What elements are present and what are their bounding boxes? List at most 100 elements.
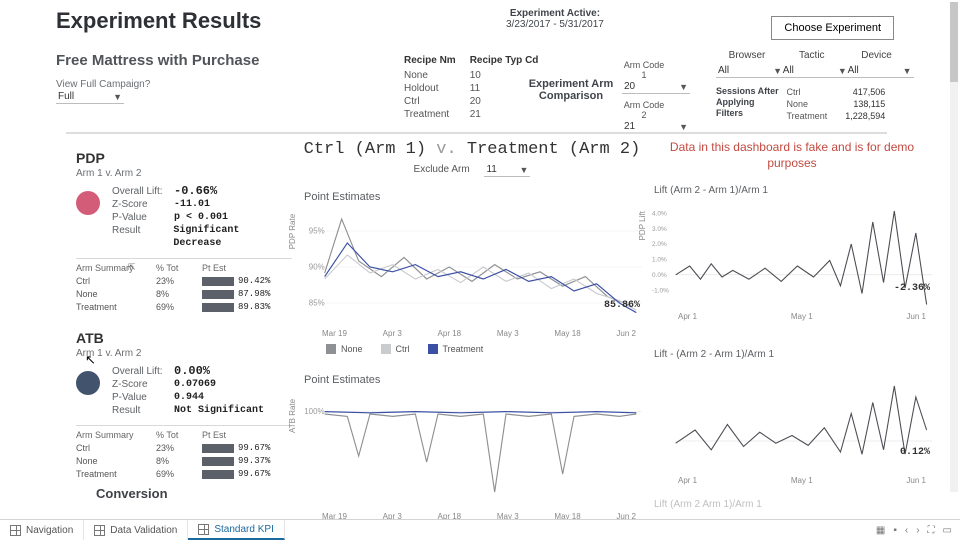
bar-icon: [202, 277, 234, 286]
comparison-title: Ctrl (Arm 1) v. Treatment (Arm 2): [302, 140, 642, 159]
arm-code-1-label: Arm Code 1: [622, 60, 666, 80]
browser-filter-dropdown[interactable]: All▼: [716, 64, 784, 78]
presentation-icon[interactable]: ▭: [943, 525, 952, 536]
experiment-active-dates: 3/23/2017 - 5/31/2017: [506, 19, 604, 30]
pdp-lift-chart: Lift (Arm 2 - Arm 1)/Arm 1 PDP Lift 4.0%…: [652, 185, 932, 321]
arm-code-1-dropdown[interactable]: 20▼: [622, 80, 690, 94]
share-icon[interactable]: ⇱: [128, 262, 208, 273]
experiment-active: Experiment Active: 3/23/2017 - 5/31/2017: [506, 8, 604, 30]
arm-row: Ctrl23%90.42%: [76, 276, 292, 286]
main-area: PDP Arm 1 v. Arm 2 Overall Lift:-0.66% Z…: [56, 140, 940, 516]
caret-down-icon: ▼: [679, 122, 688, 132]
kpi-conversion-title: Conversion: [96, 486, 292, 501]
chart-legend: None Ctrl Treatment: [326, 344, 642, 354]
kpi-subtitle: Arm 1 v. Arm 2: [76, 168, 292, 179]
arm-summary-table: Arm Summary % Tot ⇱Pt Est Ctrl23%90.42% …: [76, 258, 292, 312]
kpi-subtitle: Arm 1 v. Arm 2: [76, 348, 292, 359]
line-chart-icon: 4.0% 3.0% 2.0% 1.0% 0.0% -1.0%: [652, 200, 932, 310]
svg-text:-1.0%: -1.0%: [652, 288, 669, 295]
arm-code-2-label: Arm Code 2: [622, 100, 666, 120]
choose-experiment-button[interactable]: Choose Experiment: [771, 16, 894, 40]
next-sheet-icon[interactable]: ›: [916, 525, 919, 536]
fullscreen-icon[interactable]: ⛶: [928, 525, 935, 536]
tactic-filter-label: Tactic: [781, 50, 843, 61]
device-filter-dropdown[interactable]: All▼: [846, 64, 914, 78]
line-chart-icon: 100%: [302, 390, 642, 510]
svg-text:3.0%: 3.0%: [652, 226, 667, 233]
svg-text:100%: 100%: [304, 407, 324, 416]
arm-row: Treatment69%99.67%: [76, 469, 292, 479]
header: Experiment Results Free Mattress with Pu…: [56, 8, 940, 128]
svg-text:0.0%: 0.0%: [652, 272, 667, 279]
caret-down-icon: ▼: [903, 66, 912, 76]
svg-text:1.0%: 1.0%: [652, 257, 667, 264]
x-axis: Apr 1May 1Jun 1: [652, 310, 932, 321]
svg-text:2.0%: 2.0%: [652, 241, 667, 248]
demo-warning: Data in this dashboard is fake and is fo…: [652, 140, 932, 171]
bar-icon: [202, 290, 234, 299]
status-dot-icon: [76, 371, 100, 395]
arm-row: Treatment69%89.83%: [76, 302, 292, 312]
header-divider: [66, 132, 887, 134]
browser-filter-label: Browser: [716, 50, 778, 61]
sessions-summary: Sessions After Applying Filters Ctrl417,…: [716, 86, 885, 122]
arm-comparison-title: Experiment Arm Comparison: [526, 78, 616, 102]
kpi-title: PDP: [76, 150, 292, 166]
dashboard-frame: ▴ Experiment Results Free Mattress with …: [0, 0, 960, 540]
legend-swatch-icon: [326, 344, 336, 354]
caret-down-icon: ▼: [520, 165, 529, 175]
pdp-point-estimate-chart: Point Estimates PDP Rate 95% 90% 85%: [302, 191, 642, 354]
view-full-dropdown[interactable]: Full ▼: [56, 90, 124, 104]
bar-icon: [202, 457, 234, 466]
lift-column: Data in this dashboard is fake and is fo…: [652, 140, 932, 514]
grid-icon: [94, 525, 105, 536]
arm-summary-table: Arm Summary % Tot Pt Est Ctrl23%99.67% N…: [76, 425, 292, 479]
kpi-atb: ATB Arm 1 v. Arm 2 Overall Lift:0.00% Z-…: [76, 330, 292, 479]
status-dot-icon: [76, 191, 100, 215]
tab-navigation[interactable]: Navigation: [0, 520, 84, 540]
svg-text:90%: 90%: [309, 262, 325, 271]
line-chart-icon: 95% 90% 85%: [302, 207, 642, 327]
tab-standard-kpi[interactable]: Standard KPI: [188, 520, 284, 540]
bar-icon: [202, 444, 234, 453]
tab-controls: ▦ ▪ ‹ › ⛶ ▭: [868, 525, 960, 536]
bar-icon: [202, 470, 234, 479]
legend-swatch-icon: [381, 344, 391, 354]
point-estimate-column: Ctrl (Arm 1) v. Treatment (Arm 2) Exclud…: [302, 140, 642, 540]
kpi-column: PDP Arm 1 v. Arm 2 Overall Lift:-0.66% Z…: [76, 140, 292, 497]
arm-row: Ctrl23%99.67%: [76, 443, 292, 453]
sessions-label: Sessions After Applying Filters: [716, 86, 782, 119]
device-filter-label: Device: [846, 50, 908, 61]
svg-text:95%: 95%: [309, 226, 325, 235]
arm-row: None8%87.98%: [76, 289, 292, 299]
prev-sheet-icon[interactable]: ‹: [905, 525, 908, 536]
arm-comparison: Experiment Arm Comparison Arm Code 1 20▼…: [526, 66, 616, 102]
exclude-arm: Exclude Arm 11▼: [302, 163, 642, 177]
recipe-hdr-nm: Recipe Nm: [404, 54, 470, 69]
bar-icon: [202, 303, 234, 312]
atb-lift-chart: Lift - (Arm 2 - Arm 1)/Arm 1 0.12% Apr 1…: [652, 349, 932, 485]
scrollbar-thumb[interactable]: [950, 2, 958, 82]
tab-data-validation[interactable]: Data Validation: [84, 520, 188, 540]
end-label: -2.36%: [894, 283, 930, 294]
line-chart-icon: [652, 364, 932, 474]
kpi-title: ATB: [76, 330, 292, 346]
recipe-row: Treatment21: [404, 108, 552, 121]
view-full-value: Full: [58, 91, 74, 102]
exclude-arm-dropdown[interactable]: 11▼: [484, 163, 530, 177]
atb-point-estimate-chart: Point Estimates ATB Rate 100% Mar 19Apr …: [302, 374, 642, 521]
end-label: 85.86%: [604, 300, 640, 311]
legend-swatch-icon: [428, 344, 438, 354]
end-label: 0.12%: [900, 447, 930, 458]
caret-down-icon: ▼: [113, 92, 122, 102]
vertical-scrollbar[interactable]: ▴: [950, 2, 958, 492]
tactic-filter-dropdown[interactable]: All▼: [781, 64, 849, 78]
x-axis: Apr 1May 1Jun 1: [652, 474, 932, 485]
grid-icon: [198, 524, 209, 535]
filters: Browser All▼ Tactic All▼ Device All▼: [716, 50, 908, 78]
x-axis: Mar 19Apr 3Apr 18May 3May 18Jun 2: [302, 327, 642, 338]
show-filmstrip-icon[interactable]: ▦: [876, 525, 885, 536]
caret-down-icon: ▼: [679, 82, 688, 92]
conversion-lift-chart: Lift (Arm 2 Arm 1)/Arm 1: [652, 499, 932, 510]
show-tabs-icon[interactable]: ▪: [893, 525, 897, 536]
